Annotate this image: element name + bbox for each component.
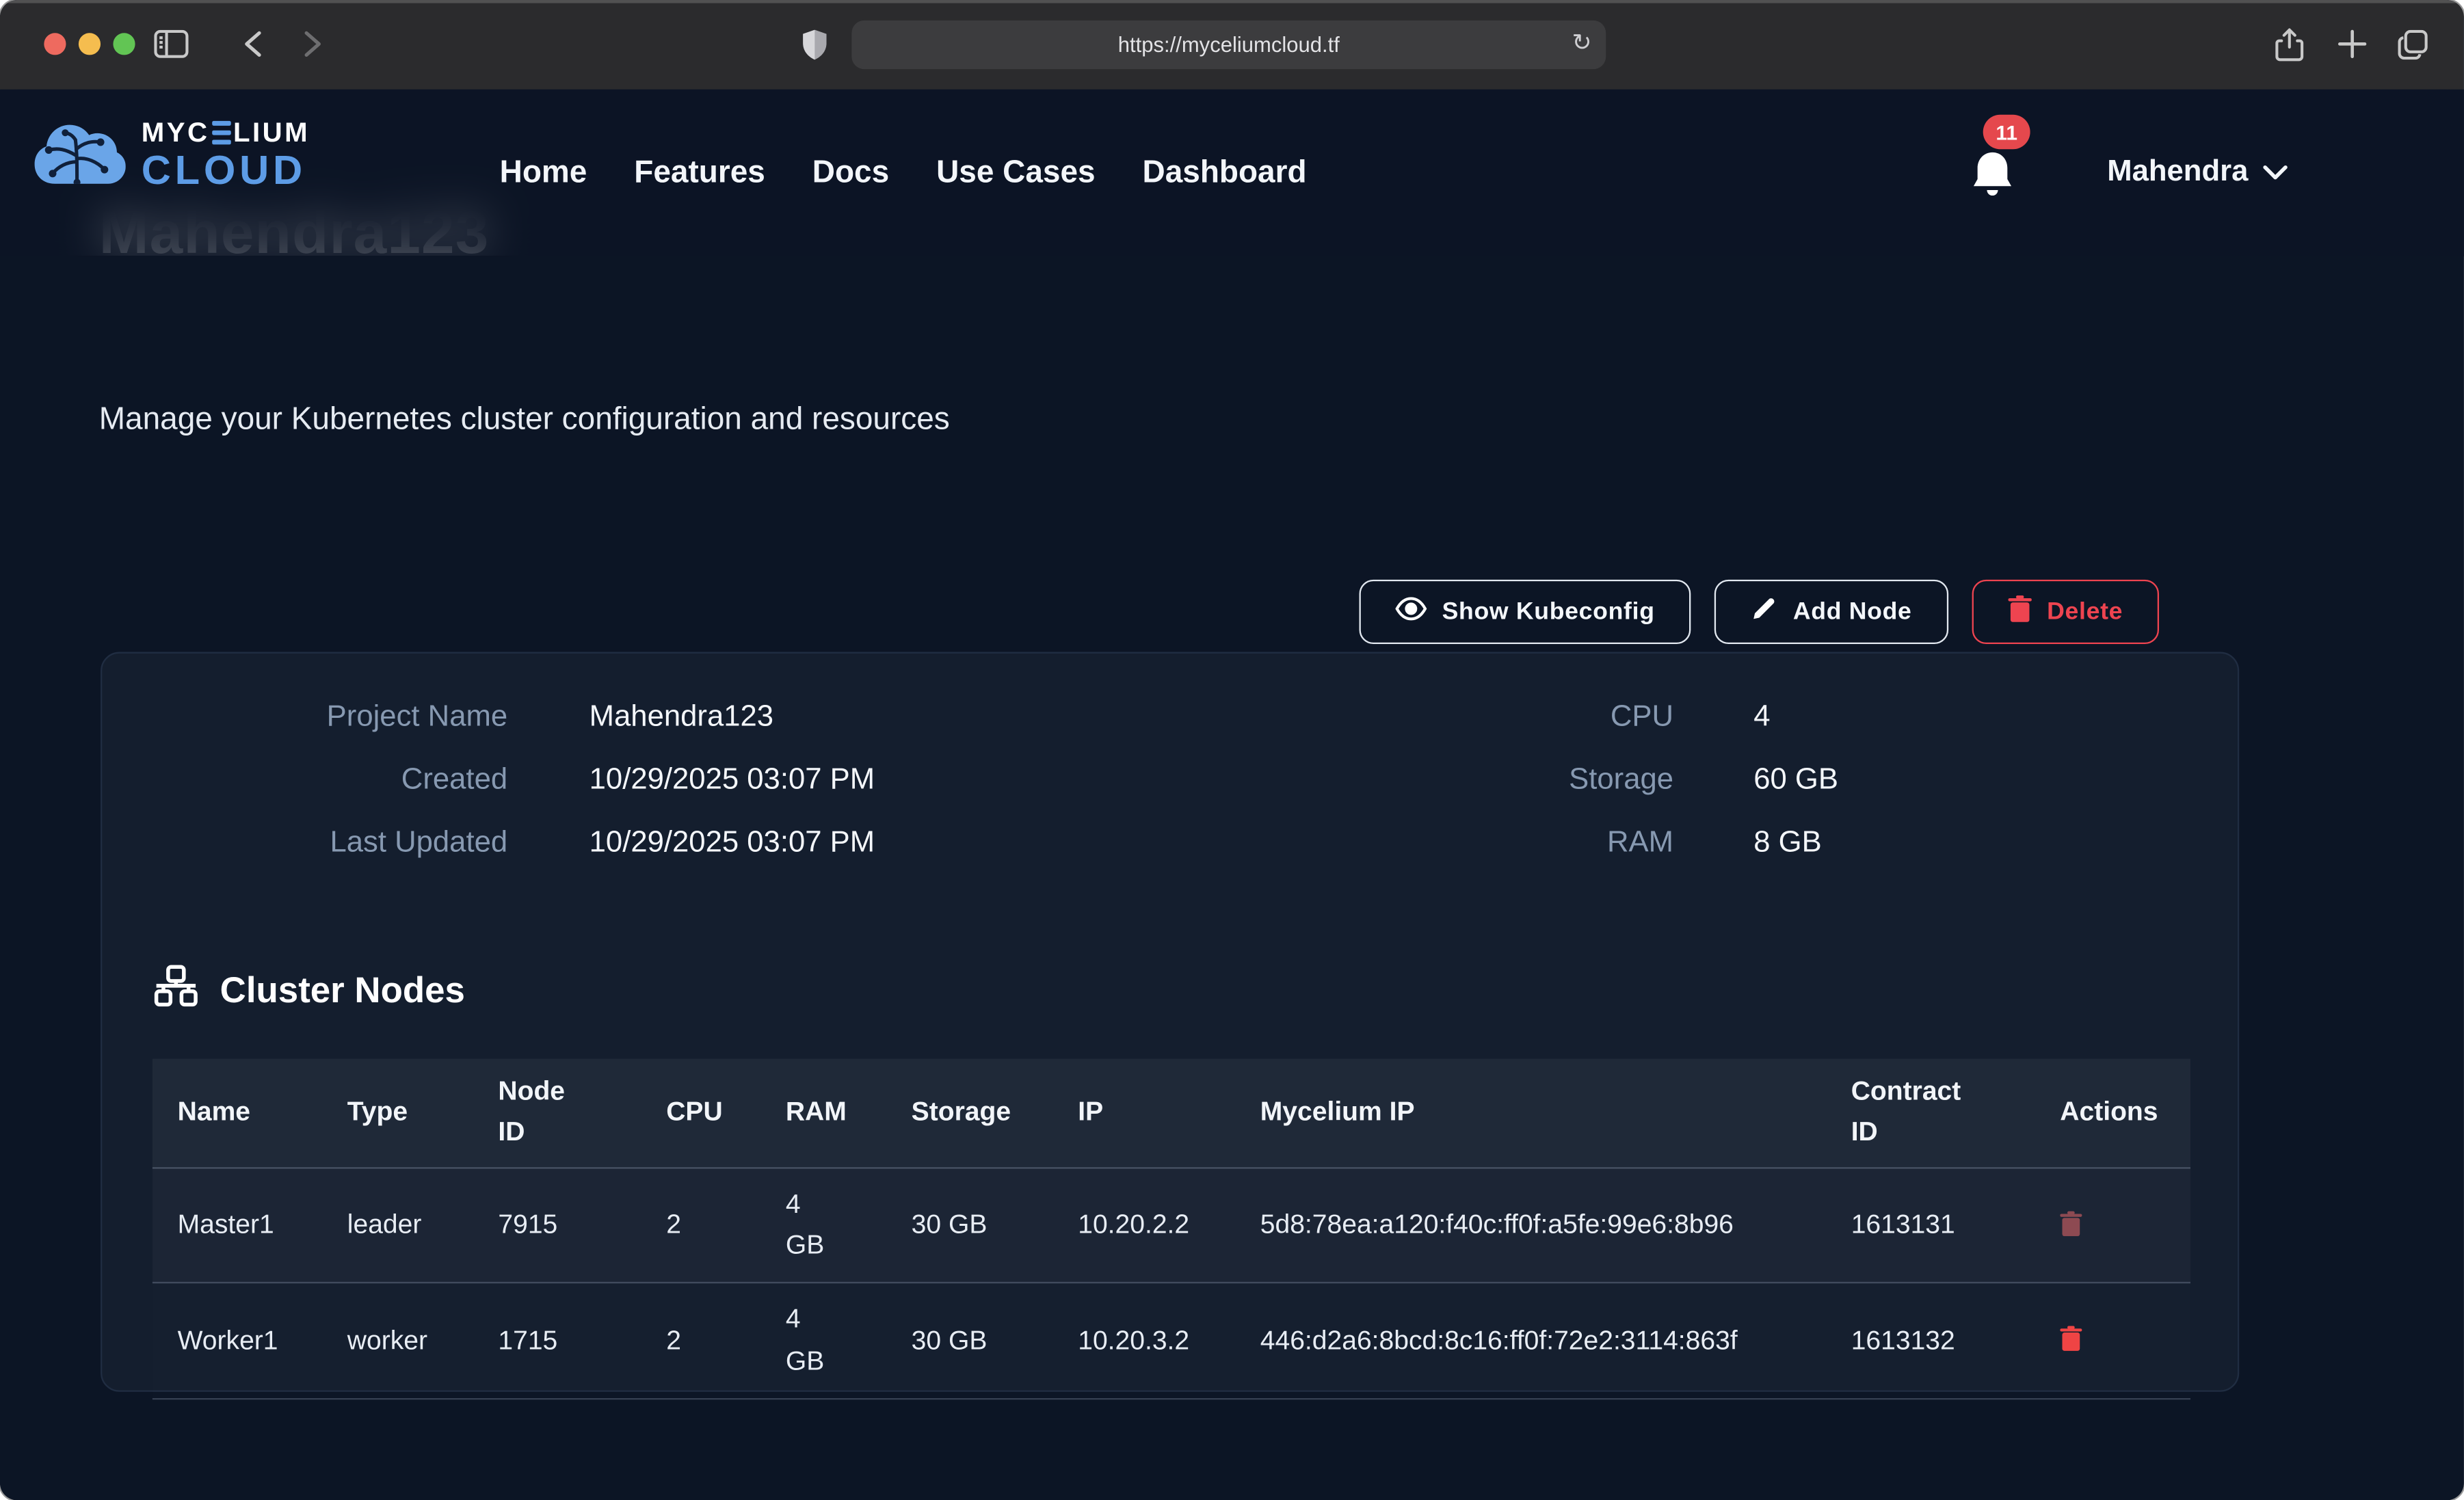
cluster-info: Project Name Mahendra123 Created 10/29/202… bbox=[102, 701, 2238, 861]
browser-toolbar: https://myceliumcloud.tf ↻ bbox=[0, 0, 2464, 90]
trash-icon bbox=[2060, 1326, 2082, 1356]
storage-label: Storage bbox=[1234, 764, 1673, 799]
delete-node-button[interactable] bbox=[2060, 1210, 2082, 1240]
nav-link-use-cases[interactable]: Use Cases bbox=[936, 155, 1095, 191]
network-nodes-icon bbox=[154, 965, 198, 1015]
cell-cpu: 2 bbox=[666, 1194, 786, 1257]
add-node-button[interactable]: Add Node bbox=[1714, 580, 1948, 644]
col-actions: Actions bbox=[2060, 1084, 2190, 1141]
tab-overview-icon[interactable] bbox=[2390, 22, 2434, 66]
ram-label: RAM bbox=[1234, 827, 1673, 861]
created-label: Created bbox=[102, 764, 507, 799]
nav-link-features[interactable]: Features bbox=[634, 155, 765, 191]
last-updated-label: Last Updated bbox=[102, 827, 507, 861]
pencil-icon bbox=[1751, 595, 1777, 630]
zoom-window-button[interactable] bbox=[113, 33, 135, 55]
site-navbar: MYCLIUM CLOUD Home Features Docs Use Cas… bbox=[0, 90, 2464, 256]
col-name: Name bbox=[153, 1084, 347, 1141]
cell-actions bbox=[2060, 1311, 2190, 1372]
forward-icon[interactable] bbox=[291, 22, 334, 66]
delete-node-button[interactable] bbox=[2060, 1326, 2082, 1356]
nav-link-dashboard[interactable]: Dashboard bbox=[1143, 155, 1307, 191]
cell-mycelium-ip: 5d8:78ea:a120:f40c:ff0f:a5fe:99e6:8b96 bbox=[1260, 1189, 1851, 1261]
cell-name: Worker1 bbox=[153, 1310, 347, 1373]
user-menu[interactable]: Mahendra bbox=[2107, 90, 2288, 256]
brand-logo[interactable]: MYCLIUM CLOUD bbox=[35, 118, 310, 191]
cpu-value: 4 bbox=[1753, 701, 1770, 736]
section-title: Cluster Nodes bbox=[220, 969, 465, 1011]
storage-value: 60 GB bbox=[1753, 764, 1838, 799]
cell-name: Master1 bbox=[153, 1194, 347, 1257]
mycelium-cloud-logo-icon bbox=[35, 118, 126, 191]
show-kubeconfig-button[interactable]: Show Kubeconfig bbox=[1359, 580, 1691, 644]
notification-count-badge: 11 bbox=[1983, 115, 2030, 150]
last-updated-value: 10/29/2025 03:07 PM bbox=[589, 827, 875, 861]
col-mycelium-ip: Mycelium IP bbox=[1260, 1084, 1851, 1141]
close-window-button[interactable] bbox=[44, 33, 66, 55]
col-ip: IP bbox=[1078, 1084, 1260, 1141]
cell-cpu: 2 bbox=[666, 1310, 786, 1373]
cell-ip: 10.20.3.2 bbox=[1078, 1310, 1260, 1373]
ram-value: 8 GB bbox=[1753, 827, 1822, 861]
cluster-details-panel: Project Name Mahendra123 Created 10/29/202… bbox=[101, 652, 2239, 1392]
minimize-window-button[interactable] bbox=[79, 33, 101, 55]
col-storage: Storage bbox=[912, 1084, 1078, 1141]
cell-ram: 4 GB bbox=[786, 1168, 912, 1283]
notifications-button[interactable]: 11 bbox=[1970, 149, 2017, 200]
url-text: https://myceliumcloud.tf bbox=[1118, 33, 1340, 56]
created-value: 10/29/2025 03:07 PM bbox=[589, 764, 875, 799]
project-name-value: Mahendra123 bbox=[589, 701, 773, 736]
bell-icon bbox=[1970, 179, 2014, 206]
project-name-label: Project Name bbox=[102, 701, 507, 736]
trash-icon bbox=[2008, 595, 2031, 630]
cell-ip: 10.20.2.2 bbox=[1078, 1194, 1260, 1257]
browser-window: https://myceliumcloud.tf ↻ Mahendra123 M… bbox=[0, 0, 2464, 1500]
cell-node-id: 7915 bbox=[498, 1194, 666, 1257]
nav-link-docs[interactable]: Docs bbox=[812, 155, 889, 191]
trash-icon bbox=[2060, 1210, 2082, 1240]
new-tab-icon[interactable] bbox=[2330, 22, 2374, 66]
nav-links: Home Features Docs Use Cases Dashboard bbox=[500, 90, 1307, 256]
address-bar[interactable]: https://myceliumcloud.tf ↻ bbox=[851, 21, 1606, 69]
cell-storage: 30 GB bbox=[912, 1194, 1078, 1257]
col-cpu: CPU bbox=[666, 1084, 786, 1141]
brand-wordmark-bottom: CLOUD bbox=[142, 150, 310, 191]
user-name: Mahendra bbox=[2107, 155, 2248, 190]
table-header-row: Name Type Node ID CPU RAM Storage IP Myc… bbox=[153, 1059, 2190, 1168]
col-node-id: Node ID bbox=[498, 1059, 666, 1167]
page-subtitle: Manage your Kubernetes cluster configura… bbox=[99, 402, 950, 438]
nav-link-home[interactable]: Home bbox=[500, 155, 587, 191]
cell-ram: 4 GB bbox=[786, 1284, 912, 1398]
page-body: Mahendra123 Manage your Kubernetes clust… bbox=[0, 90, 2464, 1500]
nodes-table: Name Type Node ID CPU RAM Storage IP Myc… bbox=[153, 1059, 2190, 1400]
sidebar-toggle-icon[interactable] bbox=[149, 22, 193, 66]
table-row-master1: Master1 leader 7915 2 4 GB 30 GB 10.20.2… bbox=[153, 1168, 2190, 1284]
cell-node-id: 1715 bbox=[498, 1310, 666, 1373]
back-icon[interactable] bbox=[231, 22, 275, 66]
col-contract-id: Contract ID bbox=[1851, 1059, 2061, 1167]
cluster-actions: Show Kubeconfig Add Node Delete bbox=[1359, 580, 2159, 644]
cell-actions bbox=[2060, 1194, 2190, 1256]
cell-storage: 30 GB bbox=[912, 1310, 1078, 1373]
col-ram: RAM bbox=[786, 1084, 912, 1141]
reload-icon[interactable]: ↻ bbox=[1572, 28, 1592, 59]
cell-type: leader bbox=[347, 1194, 499, 1257]
cell-mycelium-ip: 446:d2a6:8bcd:8c16:ff0f:72e2:3114:863f bbox=[1260, 1304, 1851, 1377]
chevron-down-icon bbox=[2262, 155, 2288, 190]
cell-contract-id: 1613131 bbox=[1851, 1194, 2061, 1257]
brand-wordmark-top: MYCLIUM bbox=[142, 119, 310, 146]
shield-icon[interactable] bbox=[792, 22, 836, 66]
eye-icon bbox=[1395, 596, 1427, 628]
col-type: Type bbox=[347, 1084, 499, 1141]
table-row-worker1: Worker1 worker 1715 2 4 GB 30 GB 10.20.3… bbox=[153, 1284, 2190, 1399]
cell-contract-id: 1613132 bbox=[1851, 1310, 2061, 1373]
share-icon[interactable] bbox=[2268, 22, 2311, 66]
cluster-nodes-heading: Cluster Nodes bbox=[154, 965, 465, 1015]
cell-type: worker bbox=[347, 1310, 499, 1373]
cpu-label: CPU bbox=[1234, 701, 1673, 736]
stylized-e-icon bbox=[212, 121, 231, 144]
traffic-lights bbox=[44, 33, 135, 55]
delete-cluster-button[interactable]: Delete bbox=[1972, 580, 2159, 644]
